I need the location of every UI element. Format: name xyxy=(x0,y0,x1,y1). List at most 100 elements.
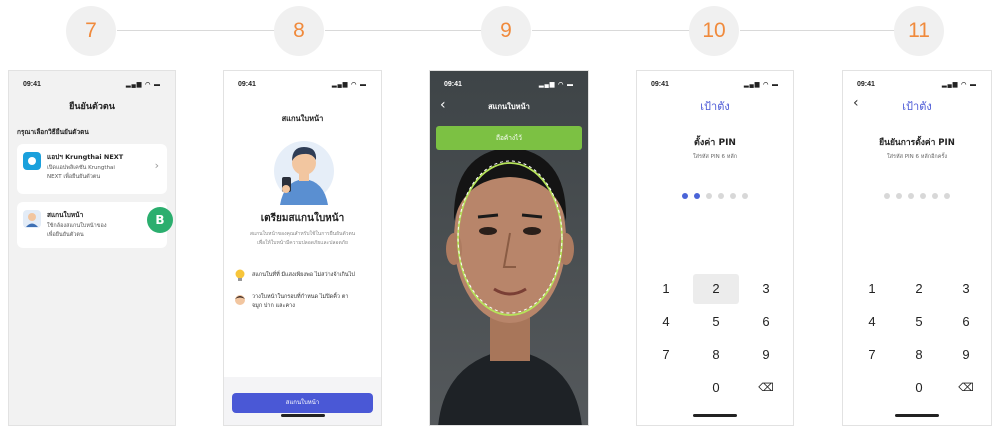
step-number: 11 xyxy=(894,6,944,56)
pin-dot xyxy=(718,193,724,199)
key-1[interactable]: 1 xyxy=(849,274,895,304)
key-0[interactable]: 0 xyxy=(896,373,942,403)
face-scan-icon xyxy=(23,210,41,228)
option-title: สแกนใบหน้า xyxy=(47,211,84,219)
key-9[interactable]: 9 xyxy=(943,340,989,370)
key-6[interactable]: 6 xyxy=(943,307,989,337)
key-3[interactable]: 3 xyxy=(943,274,989,304)
option-title: แอปฯ Krungthai NEXT xyxy=(47,153,124,161)
key-1[interactable]: 1 xyxy=(643,274,689,304)
option-face-scan[interactable]: สแกนใบหน้า ใช้กล้องสแกนใบหน้าของ เพื่อยื… xyxy=(17,202,167,248)
pin-dot-filled xyxy=(694,193,700,199)
step-connector xyxy=(532,30,712,31)
step-connector xyxy=(740,30,915,31)
status-bar: 09:41 ▂▄▆ ◠ ▬ xyxy=(647,81,783,91)
option-desc: เพื่อยืนยันตัวตน xyxy=(47,232,84,238)
pin-dot xyxy=(920,193,926,199)
key-3[interactable]: 3 xyxy=(743,274,789,304)
tip-text: จมูก ปาก และคาง xyxy=(252,303,295,309)
pin-dot xyxy=(884,193,890,199)
home-indicator xyxy=(280,414,325,417)
hold-still-banner: ถือค้างไว้ xyxy=(436,126,582,150)
status-time: 09:41 xyxy=(238,81,256,88)
pin-dot xyxy=(944,193,950,199)
annotation-badge: B xyxy=(147,207,173,233)
captured-face-photo xyxy=(430,71,588,425)
status-bar: 09:41 ▂▄▆ ◠ ▬ xyxy=(234,81,371,91)
scan-face-button[interactable]: สแกนใบหน้า xyxy=(232,393,373,413)
pin-dot xyxy=(896,193,902,199)
step-number: 7 xyxy=(66,6,116,56)
pin-dots xyxy=(637,184,793,203)
page-title: เป้าตัง xyxy=(902,100,932,113)
tip-text: สแกนในที่ที่ มีแสงเพียงพอ ไม่สว่างจ้าเกิ… xyxy=(252,272,355,278)
option-desc: NEXT เพื่อยืนยันตัวตน xyxy=(47,174,101,180)
tip-text: วางใบหน้าในกรอบที่กำหนด ไม่ปิดคิ้ว ตา xyxy=(252,294,349,300)
pin-dot xyxy=(742,193,748,199)
pin-subtitle: ใส่รหัส PIN 6 หลักอีกครั้ง xyxy=(886,154,948,160)
status-time: 09:41 xyxy=(23,81,41,88)
key-5[interactable]: 5 xyxy=(693,307,739,337)
option-desc: ใช้กล้องสแกนใบหน้าของ xyxy=(47,223,107,229)
key-9[interactable]: 9 xyxy=(743,340,789,370)
prepare-description: สแกนใบหน้าของคุณสำหรับใช้ในการยืนยันตัวต… xyxy=(249,231,356,237)
key-5[interactable]: 5 xyxy=(896,307,942,337)
page-title: สแกนใบหน้า xyxy=(281,114,324,123)
step-connector xyxy=(117,30,297,31)
section-label: กรุณาเลือกวิธียืนยันตัวตน xyxy=(17,128,89,136)
home-indicator xyxy=(895,414,939,417)
face-position-icon xyxy=(234,293,246,312)
phone-screen-prepare-face-scan: 09:41 ▂▄▆ ◠ ▬ สแกนใบหน้า เตรียมสแกนใบหน้… xyxy=(223,70,382,426)
phone-screen-verify-identity: 09:41 ▂▄▆ ◠ ▬ ยืนยันตัวตน กรุณาเลือกวิธี… xyxy=(8,70,176,426)
key-6[interactable]: 6 xyxy=(743,307,789,337)
pin-dot xyxy=(932,193,938,199)
step-number: 8 xyxy=(274,6,324,56)
pin-dot-filled xyxy=(682,193,688,199)
pin-dot xyxy=(908,193,914,199)
pin-heading: ยืนยันการตั้งค่า PIN xyxy=(879,138,955,148)
key-2[interactable]: 2 xyxy=(896,274,942,304)
pin-dots xyxy=(843,184,991,203)
krungthai-app-icon xyxy=(23,152,41,170)
numeric-keypad: 1 2 3 4 5 6 7 8 9 0 ⌫ xyxy=(843,271,991,395)
phone-screen-face-scanning: 09:41 ▂▄▆ ◠ ▬ ‹ สแกนใบหน้า ถือค้างไว้ xyxy=(429,70,589,426)
key-8[interactable]: 8 xyxy=(693,340,739,370)
pin-dot xyxy=(706,193,712,199)
status-bar: 09:41 ▂▄▆ ◠ ▬ xyxy=(853,81,981,91)
status-time: 09:41 xyxy=(857,81,875,88)
face-scan-illustration xyxy=(268,133,340,205)
option-desc: เปิดแอปพลิเคชัน Krungthai xyxy=(47,165,115,171)
key-4[interactable]: 4 xyxy=(643,307,689,337)
status-bar: 09:41 ▂▄▆ ◠ ▬ xyxy=(19,81,165,91)
key-2[interactable]: 2 xyxy=(693,274,739,304)
pin-heading: ตั้งค่า PIN xyxy=(694,138,736,148)
phone-screen-set-pin: 09:41 ▂▄▆ ◠ ▬ เป้าตัง ตั้งค่า PIN ใส่รหั… xyxy=(636,70,794,426)
backspace-icon[interactable]: ⌫ xyxy=(943,373,989,403)
phone-screen-confirm-pin: 09:41 ▂▄▆ ◠ ▬ ‹ เป้าตัง ยืนยันการตั้งค่า… xyxy=(842,70,992,426)
status-icons: ▂▄▆ ◠ ▬ xyxy=(538,82,574,88)
home-indicator xyxy=(693,414,737,417)
status-icons: ▂▄▆ ◠ ▬ xyxy=(125,82,161,88)
step-connector xyxy=(325,30,505,31)
key-8[interactable]: 8 xyxy=(896,340,942,370)
backspace-icon[interactable]: ⌫ xyxy=(743,373,789,403)
key-7[interactable]: 7 xyxy=(849,340,895,370)
key-0[interactable]: 0 xyxy=(693,373,739,403)
status-icons: ▂▄▆ ◠ ▬ xyxy=(743,82,779,88)
chevron-right-icon: › xyxy=(154,159,159,172)
key-7[interactable]: 7 xyxy=(643,340,689,370)
key-4[interactable]: 4 xyxy=(849,307,895,337)
pin-subtitle: ใส่รหัส PIN 6 หลัก xyxy=(692,154,738,160)
option-krungthai-next[interactable]: แอปฯ Krungthai NEXT เปิดแอปพลิเคชัน Krun… xyxy=(17,144,167,194)
status-icons: ▂▄▆ ◠ ▬ xyxy=(331,82,367,88)
status-time: 09:41 xyxy=(444,81,462,88)
page-title: สแกนใบหน้า xyxy=(488,102,530,111)
prepare-description: เพื่อให้ใบหน้ามีความปลอดภัยและปลอดภัย xyxy=(257,240,348,246)
page-title: ยืนยันตัวตน xyxy=(69,102,115,112)
pin-dot xyxy=(730,193,736,199)
page-title: เป้าตัง xyxy=(700,100,730,113)
prepare-heading: เตรียมสแกนใบหน้า xyxy=(260,213,345,224)
lightbulb-icon xyxy=(234,268,246,287)
status-bar: 09:41 ▂▄▆ ◠ ▬ xyxy=(440,81,578,91)
status-icons: ▂▄▆ ◠ ▬ xyxy=(941,82,977,88)
